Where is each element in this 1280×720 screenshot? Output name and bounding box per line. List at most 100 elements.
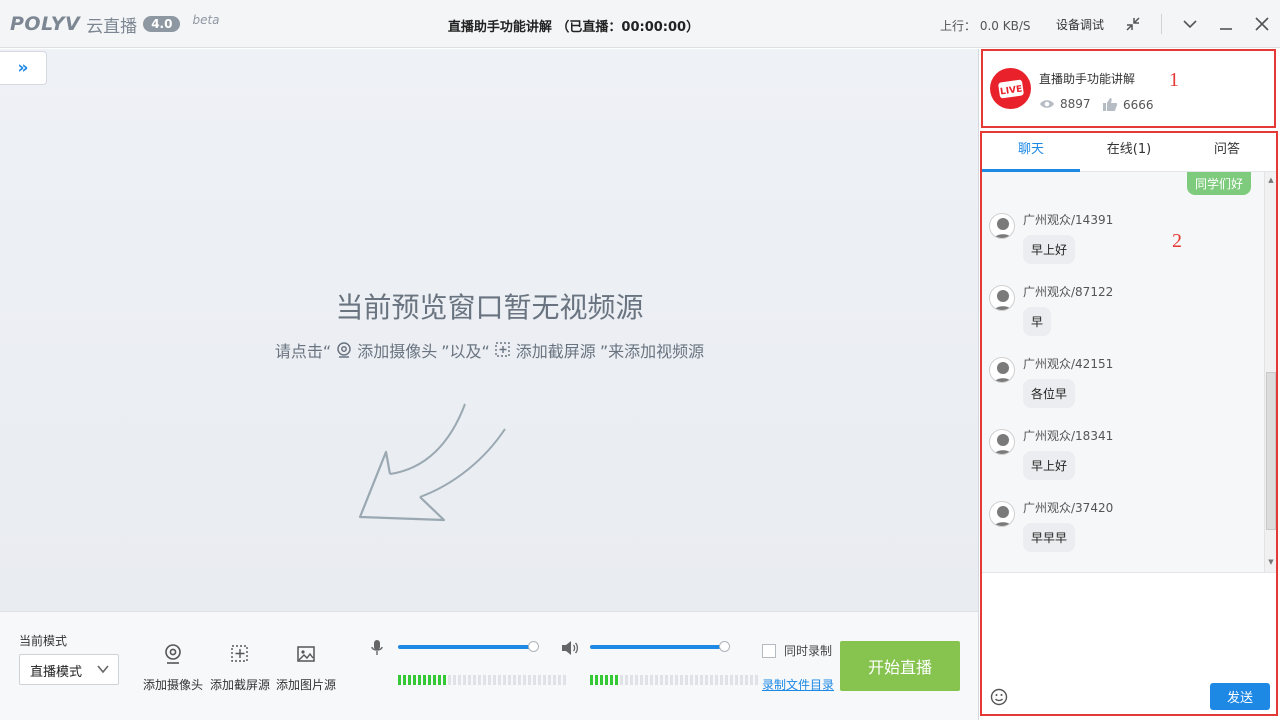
meter-segment: [665, 675, 668, 685]
mode-label: 当前模式: [19, 634, 68, 648]
close-button[interactable]: [1250, 12, 1274, 36]
message-bubble: 早上好: [1023, 451, 1076, 480]
meter-segment: [600, 675, 603, 685]
avatar: [989, 501, 1015, 527]
scroll-down-icon[interactable]: ▼: [1265, 558, 1276, 566]
add-screen-label: 添加截屏源: [209, 678, 270, 692]
double-chevron-right-icon: »: [17, 58, 29, 78]
message-bubble: 早: [1023, 307, 1052, 336]
meter-segment: [655, 675, 658, 685]
sender-name: 广州观众/37420: [1023, 501, 1114, 515]
emoji-button[interactable]: [990, 688, 1008, 710]
smiley-icon: [990, 688, 1008, 706]
device-test-button[interactable]: 设备调试: [1056, 16, 1104, 33]
expand-panel-button[interactable]: »: [0, 51, 47, 85]
hint-screen-text: 添加截屏源: [515, 342, 596, 361]
eye-icon: [1040, 100, 1054, 108]
chat-message: 广州观众/18341 早上好: [982, 427, 1262, 499]
meter-segment: [640, 675, 643, 685]
webcam-icon: [335, 341, 353, 359]
mode-value: 直播模式: [30, 665, 83, 680]
chevron-down-icon: [97, 665, 109, 674]
meter-segment: [630, 675, 633, 685]
live-logo-icon: LIVE: [990, 68, 1031, 109]
slider-knob[interactable]: [528, 641, 539, 652]
speaker-volume-slider[interactable]: [590, 641, 730, 652]
meter-segment: [740, 675, 743, 685]
sender-name: 广州观众/18341: [1023, 429, 1114, 443]
meter-segment: [493, 675, 496, 685]
meter-segment: [413, 675, 416, 685]
user-icon: [993, 506, 1013, 526]
avatar: [989, 213, 1015, 239]
record-label: 同时录制: [784, 644, 833, 658]
add-camera-label: 添加摄像头: [142, 678, 203, 692]
screen-capture-icon: [231, 645, 248, 662]
meter-segment: [408, 675, 411, 685]
meter-segment: [710, 675, 713, 685]
record-directory-link[interactable]: 录制文件目录: [762, 676, 834, 693]
microphone-icon: [371, 640, 383, 655]
tab-qa[interactable]: 问答: [1178, 133, 1276, 171]
minimize-icon: [1220, 28, 1232, 30]
tab-chat[interactable]: 聊天: [982, 133, 1080, 172]
meter-segment: [533, 675, 536, 685]
meter-segment: [473, 675, 476, 685]
hint-prefix: 请点击“: [274, 342, 332, 361]
start-live-button[interactable]: 开始直播: [840, 641, 960, 691]
collapse-window-button[interactable]: [1121, 12, 1145, 36]
meter-segment: [660, 675, 663, 685]
like-count-value: 6666: [1123, 97, 1154, 112]
speaker-icon: [562, 641, 579, 655]
empty-preview-hint: 请点击“ 添加摄像头 ”以及“ 添加截屏源 ”来添加视频源: [0, 338, 979, 362]
meter-segment: [650, 675, 653, 685]
dropdown-button[interactable]: [1178, 12, 1202, 36]
meter-segment: [548, 675, 551, 685]
microphone-level-meter: [398, 675, 566, 685]
record-simultaneously-checkbox[interactable]: 同时录制: [762, 642, 832, 659]
meter-segment: [715, 675, 718, 685]
add-screen-capture-button[interactable]: 添加截屏源: [205, 642, 275, 693]
meter-segment: [685, 675, 688, 685]
speaker-level-meter: [590, 675, 758, 685]
meter-segment: [605, 675, 608, 685]
minimize-button[interactable]: [1214, 12, 1238, 36]
image-icon: [297, 646, 315, 662]
title-bar: POLYV 云直播 4.0 beta 直播助手功能讲解 （已直播：00:00:0…: [0, 0, 1280, 48]
chat-input-area[interactable]: 发送: [982, 572, 1276, 714]
meter-segment: [518, 675, 521, 685]
add-camera-button[interactable]: 添加摄像头: [138, 642, 208, 693]
curved-arrow-icon: [358, 403, 506, 522]
own-message-bubble: 同学们好: [1186, 172, 1251, 195]
meter-segment: [503, 675, 506, 685]
upload-speed: 上行： 0.0 KB/S: [940, 19, 1031, 33]
meter-segment: [528, 675, 531, 685]
microphone-volume-slider[interactable]: [398, 641, 539, 652]
user-icon: [993, 218, 1013, 238]
meter-segment: [508, 675, 511, 685]
meter-segment: [443, 675, 446, 685]
send-button[interactable]: 发送: [1210, 683, 1270, 710]
room-title: 直播助手功能讲解: [1039, 72, 1136, 86]
meter-segment: [438, 675, 441, 685]
scroll-up-icon[interactable]: ▲: [1265, 176, 1276, 184]
user-icon: [993, 434, 1013, 454]
message-list: 同学们好 广州观众/14391 早上好 广州观众/87122 早 广州观众/42…: [982, 172, 1276, 572]
slider-knob[interactable]: [719, 641, 730, 652]
meter-segment: [498, 675, 501, 685]
collapse-icon: [1126, 17, 1140, 31]
hint-camera-text: 添加摄像头: [357, 342, 438, 361]
meter-segment: [735, 675, 738, 685]
mode-select[interactable]: 直播模式: [19, 654, 119, 685]
webcam-icon: [165, 644, 181, 664]
tab-online[interactable]: 在线(1): [1080, 133, 1178, 171]
like-count: 6666: [1102, 97, 1154, 112]
checkbox-box[interactable]: [762, 643, 776, 658]
meter-segment: [423, 675, 426, 685]
sender-name: 广州观众/42151: [1023, 357, 1114, 371]
chat-scrollbar[interactable]: ▲ ▼: [1264, 172, 1276, 572]
add-image-button[interactable]: 添加图片源: [271, 642, 341, 693]
message-bubble: 早上好: [1023, 235, 1076, 264]
scrollbar-thumb[interactable]: [1266, 372, 1276, 530]
message-bubble: 各位早: [1023, 379, 1076, 408]
